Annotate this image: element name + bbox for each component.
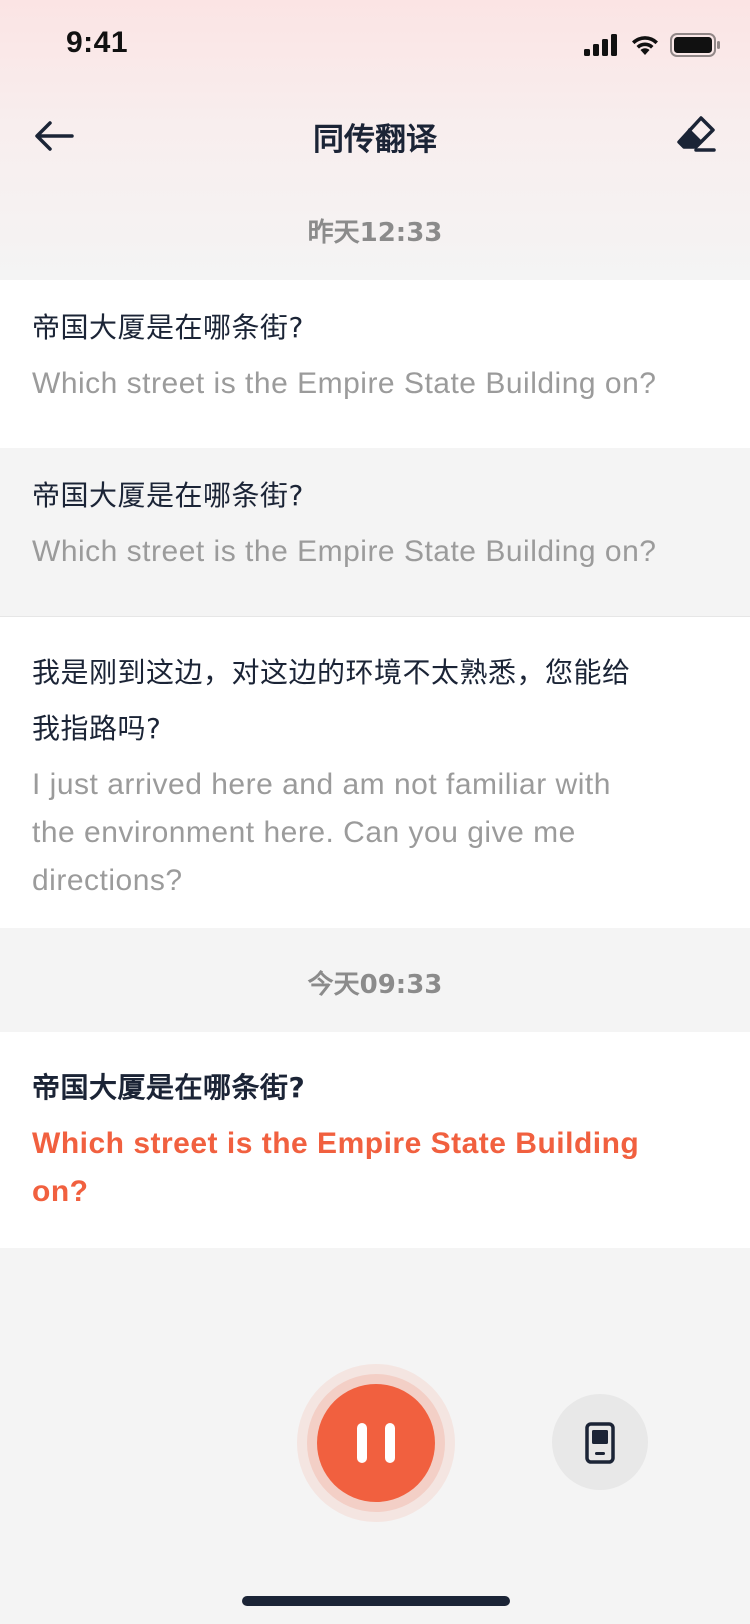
clear-history-button[interactable] — [674, 112, 718, 156]
eraser-icon — [677, 116, 716, 152]
message-translation-line: I just arrived here and am not familiar … — [32, 768, 611, 801]
message-item[interactable]: 帝国大厦是在哪条街? Which street is the Empire St… — [0, 280, 750, 448]
timestamp-yesterday: 昨天12:33 — [307, 218, 443, 248]
message-translation-text: Which street is the Empire State Buildin… — [32, 1120, 718, 1216]
message-translation-text: Which street is the Empire State Buildin… — [32, 367, 657, 400]
wifi-icon — [632, 36, 658, 55]
message-translation-line: directions? — [32, 864, 183, 897]
home-indicator — [242, 1596, 510, 1606]
phone-device-icon — [585, 1422, 615, 1464]
pause-button[interactable] — [317, 1384, 435, 1502]
status-icons — [584, 32, 720, 58]
nav-bar: 同传翻译 — [0, 96, 750, 176]
message-source-text: 我是刚到这边，对这边的环境不太熟悉，您能给 我指路吗? — [32, 641, 718, 761]
page-title: 同传翻译 — [313, 122, 437, 158]
device-mode-button[interactable] — [552, 1394, 648, 1490]
message-item[interactable]: 帝国大厦是在哪条街? Which street is the Empire St… — [0, 448, 750, 616]
message-source-line: 我是刚到这边，对这边的环境不太熟悉，您能给 — [32, 656, 631, 689]
message-item[interactable]: 我是刚到这边，对这边的环境不太熟悉，您能给 我指路吗? I just arriv… — [0, 617, 750, 928]
message-item-active[interactable]: 帝国大厦是在哪条街? Which street is the Empire St… — [0, 1032, 750, 1248]
status-time: 9:41 — [66, 26, 129, 59]
message-source-text: 帝国大厦是在哪条街? — [32, 311, 304, 344]
pause-icon — [357, 1423, 367, 1463]
message-source-text: 帝国大厦是在哪条街? — [32, 1071, 306, 1104]
message-translation-line: on? — [32, 1175, 89, 1208]
screen: 9:41 同传翻译 昨天12:33 帝国大厦是在哪条街? Which stree… — [0, 0, 750, 1624]
cellular-signal-icon — [584, 34, 617, 56]
timestamp-today: 今天09:33 — [307, 970, 443, 1000]
pause-icon — [385, 1423, 395, 1463]
message-translation-line: Which street is the Empire State Buildin… — [32, 1127, 640, 1160]
message-source-line: 我指路吗? — [32, 712, 162, 745]
message-translation-line: the environment here. Can you give me — [32, 816, 576, 849]
message-source-text: 帝国大厦是在哪条街? — [32, 479, 304, 512]
battery-icon — [670, 33, 720, 57]
message-translation-text: I just arrived here and am not familiar … — [32, 761, 718, 905]
message-translation-text: Which street is the Empire State Buildin… — [32, 535, 657, 568]
status-bar: 9:41 — [0, 0, 750, 88]
